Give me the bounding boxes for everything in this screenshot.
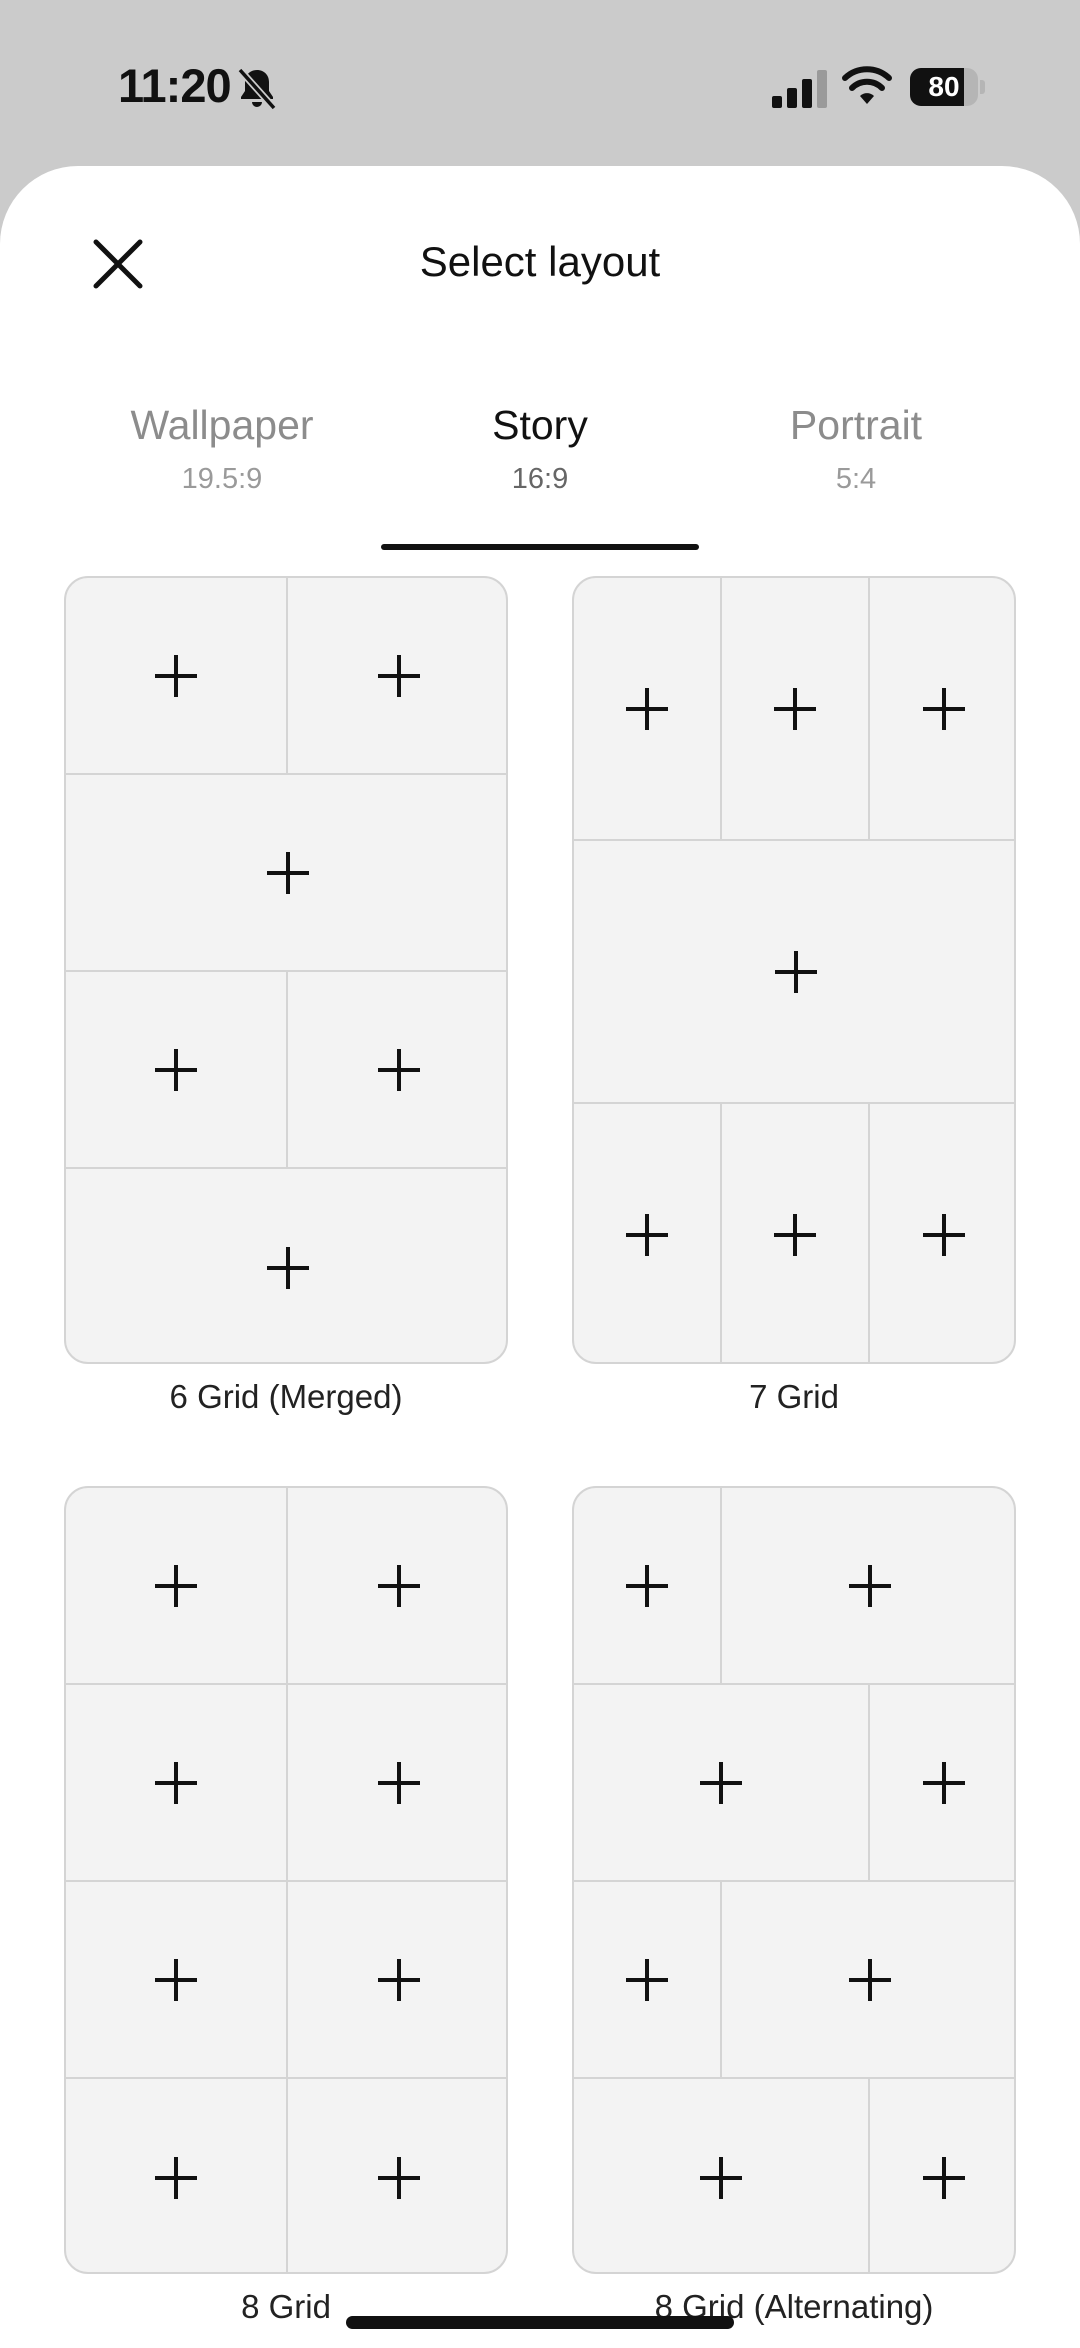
tab-story[interactable]: Story 16:9 [380,402,700,496]
grid-cell[interactable] [870,1104,1014,1362]
layout-sheet: Select layout Wallpaper 19.5:9 Story 16:… [0,166,1080,2348]
plus-icon [267,1246,309,1289]
grid-cell[interactable] [66,1882,288,2079]
plus-icon [155,1761,197,1804]
grid-cell[interactable] [722,578,870,841]
tab-portrait[interactable]: Portrait 5:4 [696,402,1016,496]
grid-cell[interactable] [66,2079,288,2272]
grid-cell[interactable] [66,972,288,1169]
layout-card-8-grid[interactable] [64,1486,508,2274]
plus-icon [155,1564,197,1607]
grid-cell[interactable] [574,2079,870,2272]
plus-icon [267,851,309,894]
tab-label: Portrait [789,402,923,448]
plus-icon [774,1214,816,1256]
grid-cell[interactable] [288,578,506,775]
plus-icon [626,1214,668,1256]
plus-icon [923,1761,965,1804]
active-tab-indicator [381,544,699,550]
layout-card-7-grid[interactable] [572,576,1016,1364]
grid-cell[interactable] [870,1685,1014,1882]
plus-icon [849,1958,891,2001]
tab-label: Wallpaper [130,402,314,448]
plus-icon [923,2156,965,2199]
tab-ratio: 16:9 [511,463,569,495]
plus-icon [626,1564,668,1607]
tab-ratio: 19.5:9 [181,463,263,495]
plus-icon [700,1761,742,1804]
plus-icon [378,1761,420,1804]
plus-icon [378,1048,420,1091]
layout-caption: 6 Grid (Merged) [169,1378,403,1415]
grid-cell[interactable] [574,1488,722,1685]
layout-card-8-grid-alternating[interactable] [572,1486,1016,2274]
battery-indicator: 80 [910,68,986,108]
plus-icon [378,654,420,697]
grid-cell[interactable] [288,2079,506,2272]
tab-label: Story [492,402,588,448]
wifi-icon [842,66,892,104]
plus-icon [626,687,668,730]
plus-icon [626,1958,668,2001]
grid-cell[interactable] [288,1488,506,1685]
plus-icon [378,1564,420,1607]
grid-cell[interactable] [66,1488,288,1685]
plus-icon [155,654,197,697]
status-time: 11:20 [118,59,232,112]
grid-cell[interactable] [66,775,506,972]
plus-icon [155,1048,197,1091]
grid-cell[interactable] [66,1169,506,1362]
grid-cell[interactable] [722,1882,1014,2079]
plus-icon [849,1564,891,1607]
plus-icon [700,2156,742,2199]
plus-icon [923,1214,965,1256]
bell-muted-icon [237,67,277,110]
plus-icon [378,1958,420,2001]
tab-ratio: 5:4 [835,463,877,495]
grid-cell[interactable] [722,1104,870,1362]
grid-cell[interactable] [66,578,288,775]
grid-cell[interactable] [574,1882,722,2079]
grid-cell[interactable] [870,578,1014,841]
plus-icon [923,687,965,730]
grid-cell[interactable] [288,1882,506,2079]
plus-icon [774,687,816,730]
grid-cell[interactable] [574,841,1014,1104]
status-bar: 11:20 80 [0,0,1080,170]
grid-cell[interactable] [870,2079,1014,2272]
cellular-signal-icon [772,70,827,108]
grid-cell[interactable] [574,1685,870,1882]
grid-cell[interactable] [574,1104,722,1362]
grid-cell[interactable] [288,972,506,1169]
plus-icon [775,950,817,993]
battery-percentage: 80 [928,71,960,102]
layout-card-6-grid-merged[interactable] [64,576,508,1364]
layout-caption: 7 Grid [749,1378,839,1415]
aspect-ratio-tabs: Wallpaper 19.5:9 Story 16:9 Portrait 5:4 [0,402,1080,495]
grid-cell[interactable] [574,578,722,841]
home-indicator[interactable] [346,2316,734,2329]
grid-cell[interactable] [722,1488,1014,1685]
plus-icon [155,2156,197,2199]
plus-icon [155,1958,197,2001]
grid-cell[interactable] [66,1685,288,1882]
grid-cell[interactable] [288,1685,506,1882]
tab-wallpaper[interactable]: Wallpaper 19.5:9 [62,402,382,496]
sheet-title: Select layout [419,238,661,285]
plus-icon [378,2156,420,2199]
